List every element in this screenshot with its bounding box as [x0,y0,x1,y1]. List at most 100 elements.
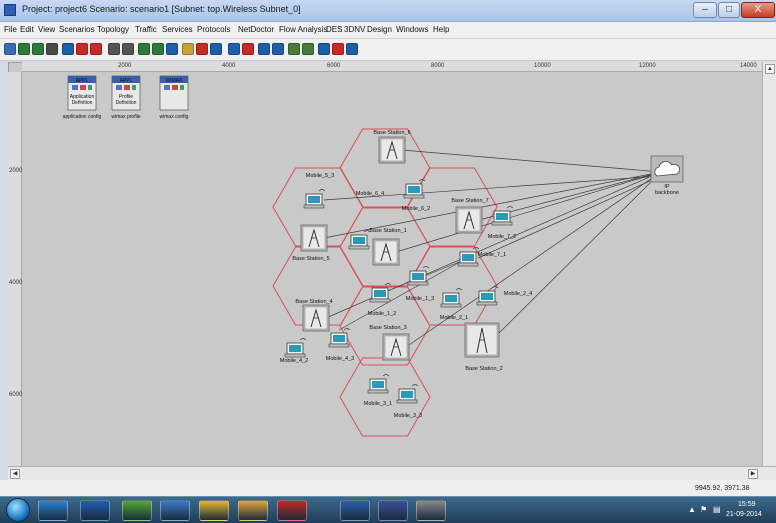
config-glyph-icon [124,85,130,90]
wireless-signal-icon [384,283,392,286]
print-icon[interactable] [46,43,58,55]
open-folder-icon[interactable] [4,43,16,55]
network-diagram-svg: Base Station_6 Base Station_7 Base Station… [63,75,684,437]
scroll-up-icon[interactable]: ▲ [765,64,775,74]
laptop-base-icon [328,343,350,348]
horizontal-scrollbar[interactable]: ◀ ▶ [8,466,776,480]
menu-netdoctor[interactable]: NetDoctor [238,25,274,34]
taskbar-app-icon[interactable] [238,500,268,521]
vertical-scrollbar[interactable]: ▲ [762,62,776,466]
network-diagram[interactable]: Base Station_6 Base Station_7 Base Station… [22,72,762,466]
clock-date[interactable]: 21-09-2014 [726,511,762,518]
menu-windows[interactable]: Windows [396,25,428,34]
mobile-node-label: Mobile_2_1 [440,315,468,321]
laptop-screen-icon [372,381,384,388]
menu-3dnv[interactable]: 3DNV [344,25,365,34]
node-tool-icon[interactable] [346,43,358,55]
node-tool-icon[interactable] [318,43,330,55]
menu-design[interactable]: Design [367,25,392,34]
node-tool-icon[interactable] [288,43,300,55]
cloud-caption-label: backbone [655,190,679,196]
cut-icon[interactable] [62,43,74,55]
menu-help[interactable]: Help [433,25,449,34]
stop-icon[interactable] [76,43,88,55]
scroll-right-icon[interactable]: ▶ [748,469,758,479]
mobile-node-label: Mobile_7_2 [488,234,516,240]
ruler-tick-label: 6000 [327,63,341,69]
menu-view[interactable]: View [38,25,55,34]
node-tool-icon[interactable] [258,43,270,55]
ruler-tick-label: 8000 [431,63,445,69]
config-header-label: APPL [76,78,89,84]
laptop-screen-icon [408,186,420,193]
laptop-base-icon [367,389,389,394]
node-tool-icon[interactable] [302,43,314,55]
node-tool-icon[interactable] [196,43,208,55]
taskbar-app-icon[interactable] [378,500,408,521]
taskbar-app-icon[interactable] [199,500,229,521]
taskbar-app-icon[interactable] [416,500,446,521]
laptop-base-icon [403,194,425,199]
config-caption-label: wimax profile [111,114,140,120]
taskbar-app-icon[interactable] [277,500,307,521]
tray-flag-icon[interactable]: ⚑ [700,505,707,514]
laptop-screen-icon [308,196,320,203]
tray-network-icon[interactable]: ▤ [713,505,721,514]
menu-flow-analysis[interactable]: Flow Analysis [279,25,327,34]
menu-edit[interactable]: Edit [20,25,34,34]
menu-file[interactable]: File [4,25,17,34]
node-tool-icon[interactable] [228,43,240,55]
config-glyph-icon [132,85,136,90]
taskbar-app-icon[interactable] [160,500,190,521]
config-caption-label: wimax config [160,114,189,120]
laptop-base-icon [303,204,325,209]
stop-alt-icon[interactable] [90,43,102,55]
wireless-signal-icon [299,338,307,341]
menu-des[interactable]: DES [326,25,342,34]
node-tool-icon[interactable] [272,43,284,55]
mobile-node-label: Mobile_3_3 [394,413,422,419]
zoom-in-icon[interactable] [108,43,120,55]
mobile-node-label: Mobile_3_1 [364,401,392,407]
ruler-tick-label: 6000 [9,392,23,398]
minimize-button[interactable]: – [693,2,717,18]
maximize-button[interactable]: □ [718,2,740,18]
menu-traffic[interactable]: Traffic [135,25,157,34]
ruler-tick-label: 2000 [118,63,132,69]
wireless-signal-icon [455,288,463,291]
config-caption-label: application config [63,114,102,120]
scroll-left-icon[interactable]: ◀ [10,469,20,479]
ruler-tick-label: 14000 [740,63,757,69]
clock-time[interactable]: 15:59 [738,501,756,508]
laptop-screen-icon [374,290,386,297]
save-icon[interactable] [18,43,30,55]
config-line-label: Definition [116,100,137,106]
config-glyph-icon [72,85,78,90]
node-tool-icon[interactable] [152,43,164,55]
wireless-signal-icon [318,189,326,192]
taskbar-app-icon[interactable] [38,500,68,521]
node-tool-icon[interactable] [332,43,344,55]
menu-topology[interactable]: Topology [97,25,129,34]
taskbar-app-icon[interactable] [122,500,152,521]
node-tool-icon[interactable] [138,43,150,55]
menu-protocols[interactable]: Protocols [197,25,230,34]
menu-scenarios[interactable]: Scenarios [59,25,95,34]
menu-services[interactable]: Services [162,25,193,34]
windows-taskbar: ▲ ⚑ ▤ 15:59 21-09-2014 [0,496,776,523]
zoom-out-icon[interactable] [122,43,134,55]
laptop-base-icon [476,301,498,306]
laptop-screen-icon [481,293,493,300]
close-button[interactable]: X [741,2,775,18]
node-tool-icon[interactable] [210,43,222,55]
node-tool-icon[interactable] [166,43,178,55]
node-tool-icon[interactable] [182,43,194,55]
node-tool-icon[interactable] [242,43,254,55]
tray-arrow-icon[interactable]: ▲ [688,505,696,514]
save-all-icon[interactable] [32,43,44,55]
taskbar-app-icon[interactable] [340,500,370,521]
start-button[interactable] [6,498,30,522]
laptop-screen-icon [496,213,508,220]
coverage-cell [339,357,431,437]
taskbar-app-icon[interactable] [80,500,110,521]
